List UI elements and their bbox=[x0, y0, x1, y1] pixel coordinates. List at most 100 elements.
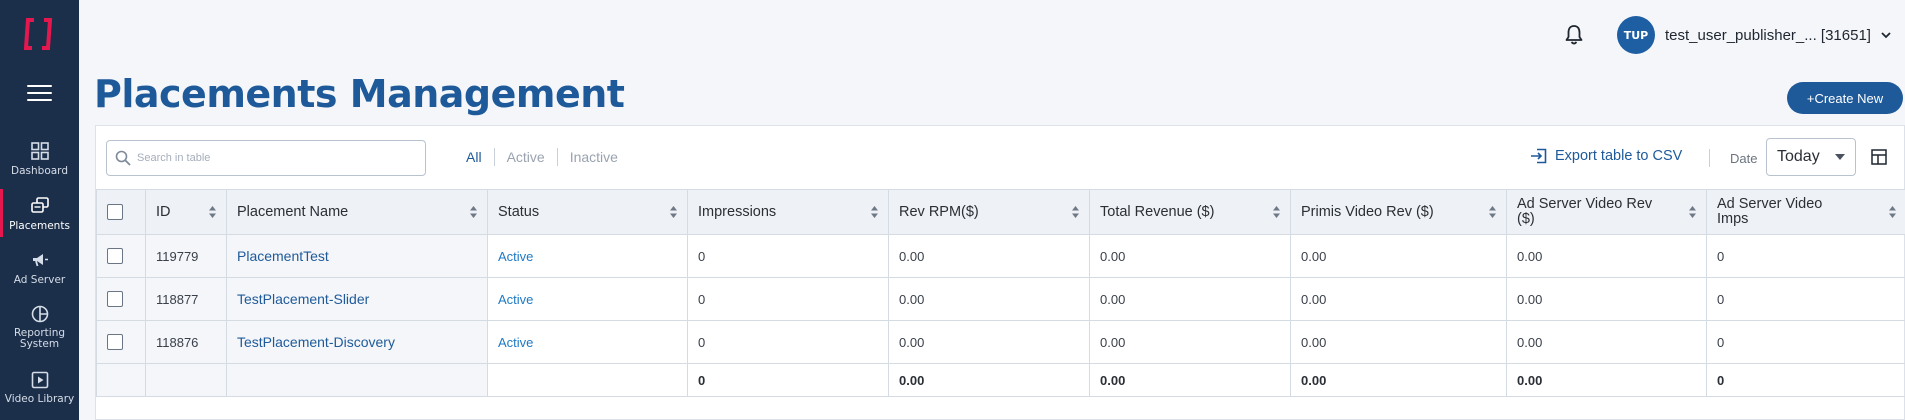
create-new-button[interactable]: +Create New bbox=[1787, 82, 1903, 114]
cell-ad-server-video-imps: 0 bbox=[1706, 320, 1905, 364]
total-total-revenue: 0.00 bbox=[1089, 363, 1291, 397]
search-input[interactable] bbox=[137, 152, 417, 164]
column-header-ad-server-video-rev[interactable]: Ad Server Video Rev ($) bbox=[1506, 189, 1707, 235]
cell-id: 119779 bbox=[145, 234, 227, 278]
sort-icon[interactable] bbox=[1072, 206, 1079, 218]
chevron-down-icon bbox=[1881, 31, 1891, 38]
sidebar-item-dashboard[interactable]: Dashboard bbox=[0, 142, 79, 177]
column-header-total-revenue[interactable]: Total Revenue ($) bbox=[1089, 189, 1291, 235]
column-header-placement-name[interactable]: Placement Name bbox=[226, 189, 488, 235]
cell-status: Active bbox=[487, 277, 688, 321]
placement-name-link[interactable]: TestPlacement-Slider bbox=[237, 291, 369, 307]
cell-ad-server-video-imps: 0 bbox=[1706, 234, 1905, 278]
cell-id: 118876 bbox=[145, 320, 227, 364]
cell-rev-rpm: 0.00 bbox=[888, 320, 1090, 364]
cell-id: 118877 bbox=[145, 277, 227, 321]
placements-card: All Active Inactive Export table to CSV … bbox=[95, 125, 1905, 420]
sort-icon[interactable] bbox=[470, 206, 477, 218]
filter-active[interactable]: Active bbox=[495, 149, 557, 165]
sidebar: Dashboard Placements Ad Server Reporting… bbox=[0, 0, 79, 420]
export-csv-button[interactable]: Export table to CSV bbox=[1530, 148, 1682, 164]
sort-icon[interactable] bbox=[1689, 206, 1696, 218]
column-header-id[interactable]: ID bbox=[145, 189, 227, 235]
divider bbox=[1709, 149, 1710, 167]
date-select[interactable]: Today bbox=[1766, 138, 1856, 176]
cell-total-revenue: 0.00 bbox=[1089, 277, 1291, 321]
export-label: Export table to CSV bbox=[1555, 148, 1683, 164]
column-header-status[interactable]: Status bbox=[487, 189, 688, 235]
sort-icon[interactable] bbox=[871, 206, 878, 218]
placement-name-link[interactable]: PlacementTest bbox=[237, 248, 329, 264]
cell-total-revenue: 0.00 bbox=[1089, 320, 1291, 364]
cell-impressions: 0 bbox=[687, 234, 889, 278]
placements-table: ID Placement Name Status Impressions Rev… bbox=[96, 189, 1905, 397]
table-row: 119779 PlacementTest Active 0 0.00 0.00 … bbox=[96, 234, 1905, 278]
column-header-ad-server-video-imps[interactable]: Ad Server Video Imps bbox=[1706, 189, 1905, 235]
cell-impressions: 0 bbox=[687, 277, 889, 321]
total-ad-server-video-imps: 0 bbox=[1706, 363, 1905, 397]
sort-icon[interactable] bbox=[670, 206, 677, 218]
sidebar-item-reporting-system[interactable]: Reporting System bbox=[0, 305, 79, 350]
column-header-impressions[interactable]: Impressions bbox=[687, 189, 889, 235]
row-checkbox[interactable] bbox=[107, 248, 123, 265]
row-checkbox[interactable] bbox=[107, 334, 123, 351]
filter-all[interactable]: All bbox=[454, 149, 494, 165]
totals-empty-cell bbox=[226, 363, 488, 397]
cell-placement-name: TestPlacement-Discovery bbox=[226, 320, 488, 364]
avatar: TUP bbox=[1617, 16, 1655, 54]
caret-down-icon bbox=[1835, 154, 1845, 160]
column-header-primis-video-rev[interactable]: Primis Video Rev ($) bbox=[1290, 189, 1507, 235]
columns-layout-icon[interactable] bbox=[1871, 149, 1887, 165]
sidebar-item-placements[interactable]: Placements bbox=[0, 189, 79, 237]
user-menu[interactable]: TUP test_user_publisher_... [31651] bbox=[1617, 16, 1891, 54]
table-row: 118876 TestPlacement-Discovery Active 0 … bbox=[96, 320, 1905, 364]
logo-icon[interactable] bbox=[24, 17, 54, 51]
search-icon bbox=[115, 150, 131, 166]
total-primis-video-rev: 0.00 bbox=[1290, 363, 1507, 397]
filter-inactive[interactable]: Inactive bbox=[558, 149, 630, 165]
sort-icon[interactable] bbox=[209, 206, 216, 218]
sidebar-item-label: Placements bbox=[9, 220, 70, 232]
export-icon bbox=[1531, 148, 1547, 164]
cell-ad-server-video-rev: 0.00 bbox=[1506, 320, 1707, 364]
page-title: Placements Management bbox=[94, 72, 625, 116]
column-header-rev-rpm[interactable]: Rev RPM($) bbox=[888, 189, 1090, 235]
cell-ad-server-video-rev: 0.00 bbox=[1506, 234, 1707, 278]
sidebar-item-ad-server[interactable]: Ad Server bbox=[0, 251, 79, 286]
cell-ad-server-video-rev: 0.00 bbox=[1506, 277, 1707, 321]
sidebar-item-video-library[interactable]: Video Library bbox=[0, 371, 79, 405]
cell-placement-name: PlacementTest bbox=[226, 234, 488, 278]
sort-icon[interactable] bbox=[1273, 206, 1280, 218]
total-rev-rpm: 0.00 bbox=[888, 363, 1090, 397]
date-label: Date bbox=[1730, 151, 1758, 166]
sort-icon[interactable] bbox=[1889, 206, 1896, 218]
cell-ad-server-video-imps: 0 bbox=[1706, 277, 1905, 321]
totals-row: 0 0.00 0.00 0.00 0.00 0 bbox=[96, 363, 1905, 397]
placements-icon bbox=[30, 197, 49, 213]
cell-impressions: 0 bbox=[687, 320, 889, 364]
row-select-cell bbox=[96, 320, 146, 364]
totals-empty-cell bbox=[487, 363, 688, 397]
bell-icon[interactable] bbox=[1564, 24, 1584, 46]
status-filter-tabs: All Active Inactive bbox=[454, 148, 630, 166]
sort-icon[interactable] bbox=[1489, 206, 1496, 218]
cell-status: Active bbox=[487, 320, 688, 364]
cell-rev-rpm: 0.00 bbox=[888, 234, 1090, 278]
cell-placement-name: TestPlacement-Slider bbox=[226, 277, 488, 321]
cell-primis-video-rev: 0.00 bbox=[1290, 234, 1507, 278]
hamburger-menu-icon[interactable] bbox=[27, 85, 52, 103]
cell-primis-video-rev: 0.00 bbox=[1290, 277, 1507, 321]
row-select-cell bbox=[96, 234, 146, 278]
dashboard-icon bbox=[30, 142, 49, 160]
placement-name-link[interactable]: TestPlacement-Discovery bbox=[237, 334, 395, 350]
table-row: 118877 TestPlacement-Slider Active 0 0.0… bbox=[96, 277, 1905, 321]
totals-empty-cell bbox=[96, 363, 146, 397]
cell-primis-video-rev: 0.00 bbox=[1290, 320, 1507, 364]
totals-empty-cell bbox=[145, 363, 227, 397]
sidebar-item-label: Video Library bbox=[4, 393, 75, 405]
sidebar-item-label: Dashboard bbox=[11, 165, 68, 177]
row-select-cell bbox=[96, 277, 146, 321]
select-all-checkbox[interactable] bbox=[107, 204, 123, 220]
cell-rev-rpm: 0.00 bbox=[888, 277, 1090, 321]
row-checkbox[interactable] bbox=[107, 291, 123, 308]
